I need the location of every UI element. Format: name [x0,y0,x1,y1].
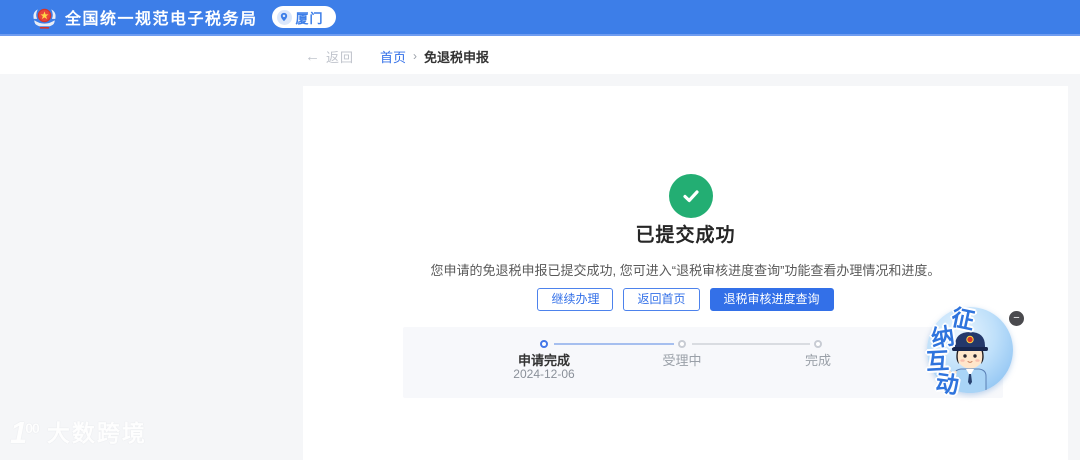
mascot-char-dong: 动 [934,369,961,399]
step-line-done [554,343,674,345]
tax-interaction-mascot[interactable]: 征 纳 互 动 − [925,298,1027,400]
watermark-text: 大数跨境 [46,420,147,446]
breadcrumb-current: 免退税申报 [424,49,490,65]
step-dot-done [540,340,548,348]
dashu-kuajing-watermark: 1 00 大数跨境 [10,417,147,448]
progress-stepper: 申请完成 2024-12-06 受理中 完成 [403,327,1003,398]
step-dot-pending [814,340,822,348]
step-label-processing: 受理中 [662,353,702,368]
breadcrumb-separator: › [413,49,418,63]
back-button[interactable]: ← 返回 [305,47,354,66]
step-label-complete: 完成 [804,353,831,368]
success-check-icon [668,174,713,218]
watermark-logo-sup: 00 [25,420,40,436]
app-header: 全国统一规范电子税务局 厦门 [0,0,1080,36]
breadcrumb-home-link[interactable]: 首页 [380,47,406,66]
back-label: 返回 [326,49,355,65]
continue-button[interactable]: 继续办理 [537,288,614,311]
result-description: 您申请的免退税申报已提交成功, 您可进入“退税审核进度查询”功能查看办理情况和进… [430,263,941,278]
breadcrumb: ← 返回 首页 › 免退税申报 [305,47,489,66]
app-title: 全国统一规范电子税务局 [65,11,258,28]
mascot-minimize-button[interactable]: − [1009,311,1024,326]
main-panel: 已提交成功 您申请的免退税申报已提交成功, 您可进入“退税审核进度查询”功能查看… [303,86,1068,460]
tax-bureau-emblem-icon [33,8,56,29]
breadcrumb-bar: ← 返回 首页 › 免退税申报 [0,38,1080,74]
location-badge-label: 厦门 [295,10,324,26]
result-title: 已提交成功 [635,225,736,246]
back-home-button[interactable]: 返回首页 [623,288,700,311]
back-arrow-icon: ← [305,47,320,65]
tax-bureau-page: 全国统一规范电子税务局 厦门 ← 返回 首页 › 免退税申报 已提交成功 您申请… [0,0,1080,460]
refund-progress-query-button[interactable]: 退税审核进度查询 [709,288,834,311]
step-date: 2024-12-06 [513,367,575,381]
location-badge[interactable]: 厦门 [271,6,336,28]
location-pin-icon [276,9,292,25]
step-line-pending [692,343,810,345]
step-dot-pending [678,340,686,348]
